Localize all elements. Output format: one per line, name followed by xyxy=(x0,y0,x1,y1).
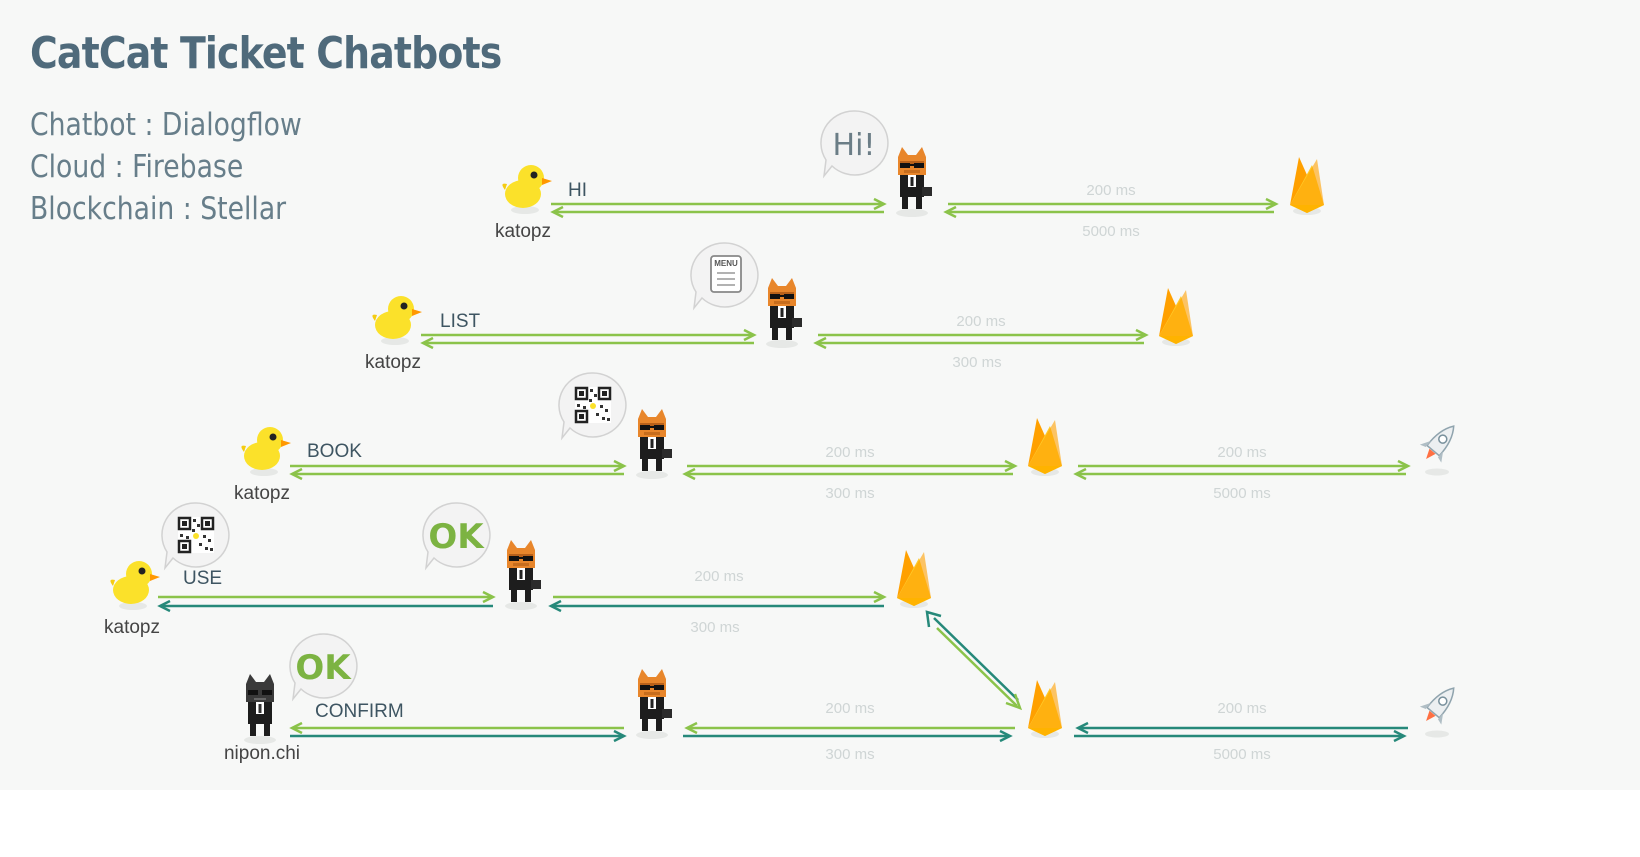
username-label: katopz xyxy=(365,352,421,373)
latency-label: 200 ms xyxy=(956,313,1006,330)
stellar-rocket-icon xyxy=(1414,678,1466,739)
firebase-icon xyxy=(1028,418,1062,476)
latency-label: 5000 ms xyxy=(1082,223,1140,240)
row-1 xyxy=(502,110,1324,219)
username-label: katopz xyxy=(104,617,160,638)
latency-label: 300 ms xyxy=(690,619,740,636)
arrow-group xyxy=(289,721,1408,743)
cat-bot-icon xyxy=(896,147,932,217)
bubble-ok-text: OK xyxy=(295,648,352,688)
latency-label: 200 ms xyxy=(1217,444,1267,461)
arrow-group xyxy=(157,590,1023,711)
latency-label: 200 ms xyxy=(694,568,744,585)
qr-code-icon xyxy=(573,385,613,425)
latency-label: 200 ms xyxy=(825,700,875,717)
cat-bot-icon xyxy=(505,540,541,610)
latency-label: 5000 ms xyxy=(1213,746,1271,763)
message-label: LIST xyxy=(440,311,481,332)
row-5 xyxy=(244,633,1466,744)
qr-code-icon xyxy=(176,515,216,555)
row-2 xyxy=(372,242,1193,350)
menu-label: MENU xyxy=(714,259,738,268)
firebase-icon xyxy=(1028,680,1062,738)
message-label: BOOK xyxy=(307,441,362,462)
latency-label: 200 ms xyxy=(1217,700,1267,717)
latency-label: 5000 ms xyxy=(1213,485,1271,502)
duck-icon xyxy=(241,427,291,476)
latency-label: 300 ms xyxy=(952,354,1002,371)
bubble-ok-text: OK xyxy=(428,517,485,557)
cat-bot-icon xyxy=(636,409,672,479)
latency-label: 200 ms xyxy=(1086,182,1136,199)
firebase-icon xyxy=(1159,288,1193,346)
firebase-icon xyxy=(1290,157,1324,215)
black-cat-user-icon xyxy=(244,674,276,744)
cat-bot-icon xyxy=(766,278,802,348)
message-label: USE xyxy=(183,568,223,589)
message-label: HI xyxy=(568,180,587,201)
username-label: nipon.chi xyxy=(223,743,301,764)
arrow-group xyxy=(289,459,1411,481)
duck-icon xyxy=(502,165,552,214)
username-label: katopz xyxy=(234,483,290,504)
latency-label: 200 ms xyxy=(825,444,875,461)
cat-bot-icon xyxy=(636,669,672,739)
username-label: katopz xyxy=(495,221,551,242)
duck-icon xyxy=(372,296,422,345)
flow-diagram: Hi! MENU OK OK xyxy=(110,110,1466,744)
row-4 xyxy=(110,502,1023,711)
firebase-icon xyxy=(897,550,931,608)
latency-label: 300 ms xyxy=(825,746,875,763)
latency-label: 300 ms xyxy=(825,485,875,502)
message-label: CONFIRM xyxy=(315,701,404,722)
duck-icon xyxy=(110,561,160,610)
stellar-rocket-icon xyxy=(1414,416,1466,477)
row-3 xyxy=(241,372,1466,481)
bubble-hi-text: Hi! xyxy=(833,128,876,163)
